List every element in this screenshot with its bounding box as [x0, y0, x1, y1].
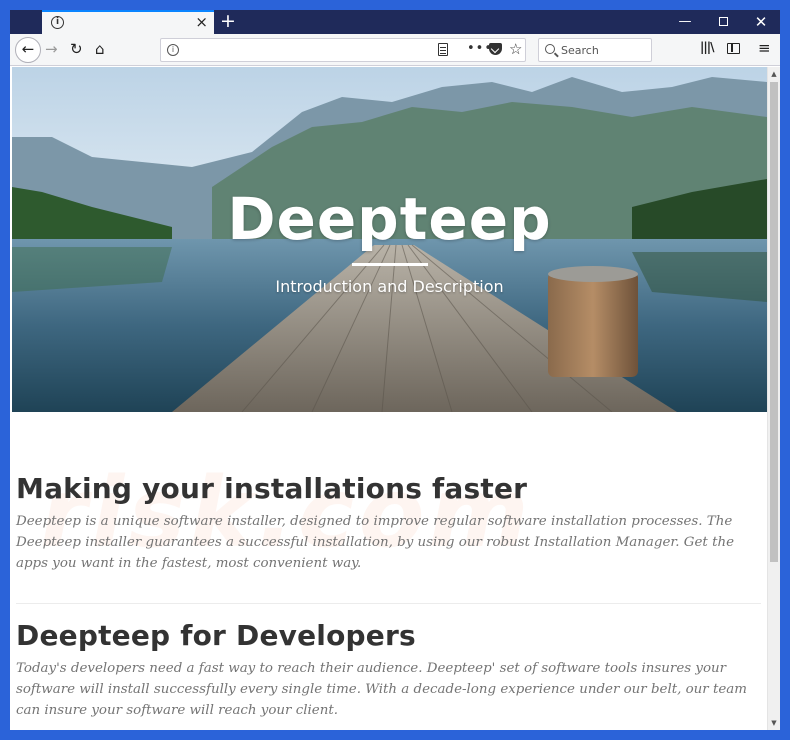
library-icon[interactable]: |||\	[700, 40, 714, 54]
vertical-scrollbar[interactable]: ▲ ▼	[767, 67, 780, 730]
maximize-button[interactable]	[704, 10, 742, 34]
info-icon: i	[51, 16, 64, 29]
hamburger-menu-icon[interactable]: ≡	[758, 39, 771, 57]
home-button[interactable]: ⌂	[95, 40, 105, 58]
section-heading: Making your installations faster	[16, 472, 528, 505]
sidebar-icon[interactable]	[727, 43, 740, 54]
maximize-icon	[718, 17, 728, 26]
back-button[interactable]: ←	[15, 37, 41, 63]
pocket-icon[interactable]	[489, 43, 502, 55]
site-info-icon[interactable]: i	[167, 44, 179, 56]
minimize-button[interactable]: —	[666, 10, 704, 34]
search-input[interactable]	[561, 42, 647, 58]
scroll-up-arrow-icon[interactable]: ▲	[768, 67, 780, 81]
section-body: Deepteep is a unique software installer,…	[16, 514, 734, 571]
tab-close-icon[interactable]: ×	[195, 13, 208, 31]
section-developers: Deepteep for Developers Today's develope…	[16, 619, 761, 721]
browser-window: i × + — ✕ ← → ↻ ⌂ i ••• ☆ |||\ ≡	[10, 10, 780, 730]
search-box[interactable]	[538, 38, 652, 62]
bookmark-star-icon[interactable]: ☆	[509, 40, 522, 58]
window-close-button[interactable]: ✕	[742, 10, 780, 34]
scroll-down-arrow-icon[interactable]: ▼	[768, 716, 780, 730]
hero-title: Deepteep	[227, 185, 552, 253]
reload-button[interactable]: ↻	[70, 40, 83, 58]
new-tab-button[interactable]: +	[220, 10, 236, 32]
section-heading: Deepteep for Developers	[16, 619, 416, 652]
tab-strip: i × + — ✕	[10, 10, 780, 34]
section-body: Today's developers need a fast way to re…	[16, 661, 747, 718]
navigation-toolbar: ← → ↻ ⌂ i ••• ☆ |||\ ≡	[10, 34, 780, 66]
hero-subtitle: Introduction and Description	[275, 277, 504, 296]
section-installations: Making your installations faster Deeptee…	[16, 472, 761, 574]
forward-button[interactable]: →	[45, 40, 58, 58]
hero-banner: Deepteep Introduction and Description	[12, 67, 767, 412]
reader-view-icon[interactable]	[438, 43, 448, 56]
page-content: Deepteep Introduction and Description ri…	[10, 67, 767, 730]
section-divider	[16, 603, 761, 604]
tab-active[interactable]: i ×	[42, 10, 214, 34]
search-icon	[545, 44, 555, 54]
hero-divider	[352, 263, 428, 266]
scrollbar-thumb[interactable]	[770, 82, 778, 562]
url-bar[interactable]: i ••• ☆	[160, 38, 526, 62]
